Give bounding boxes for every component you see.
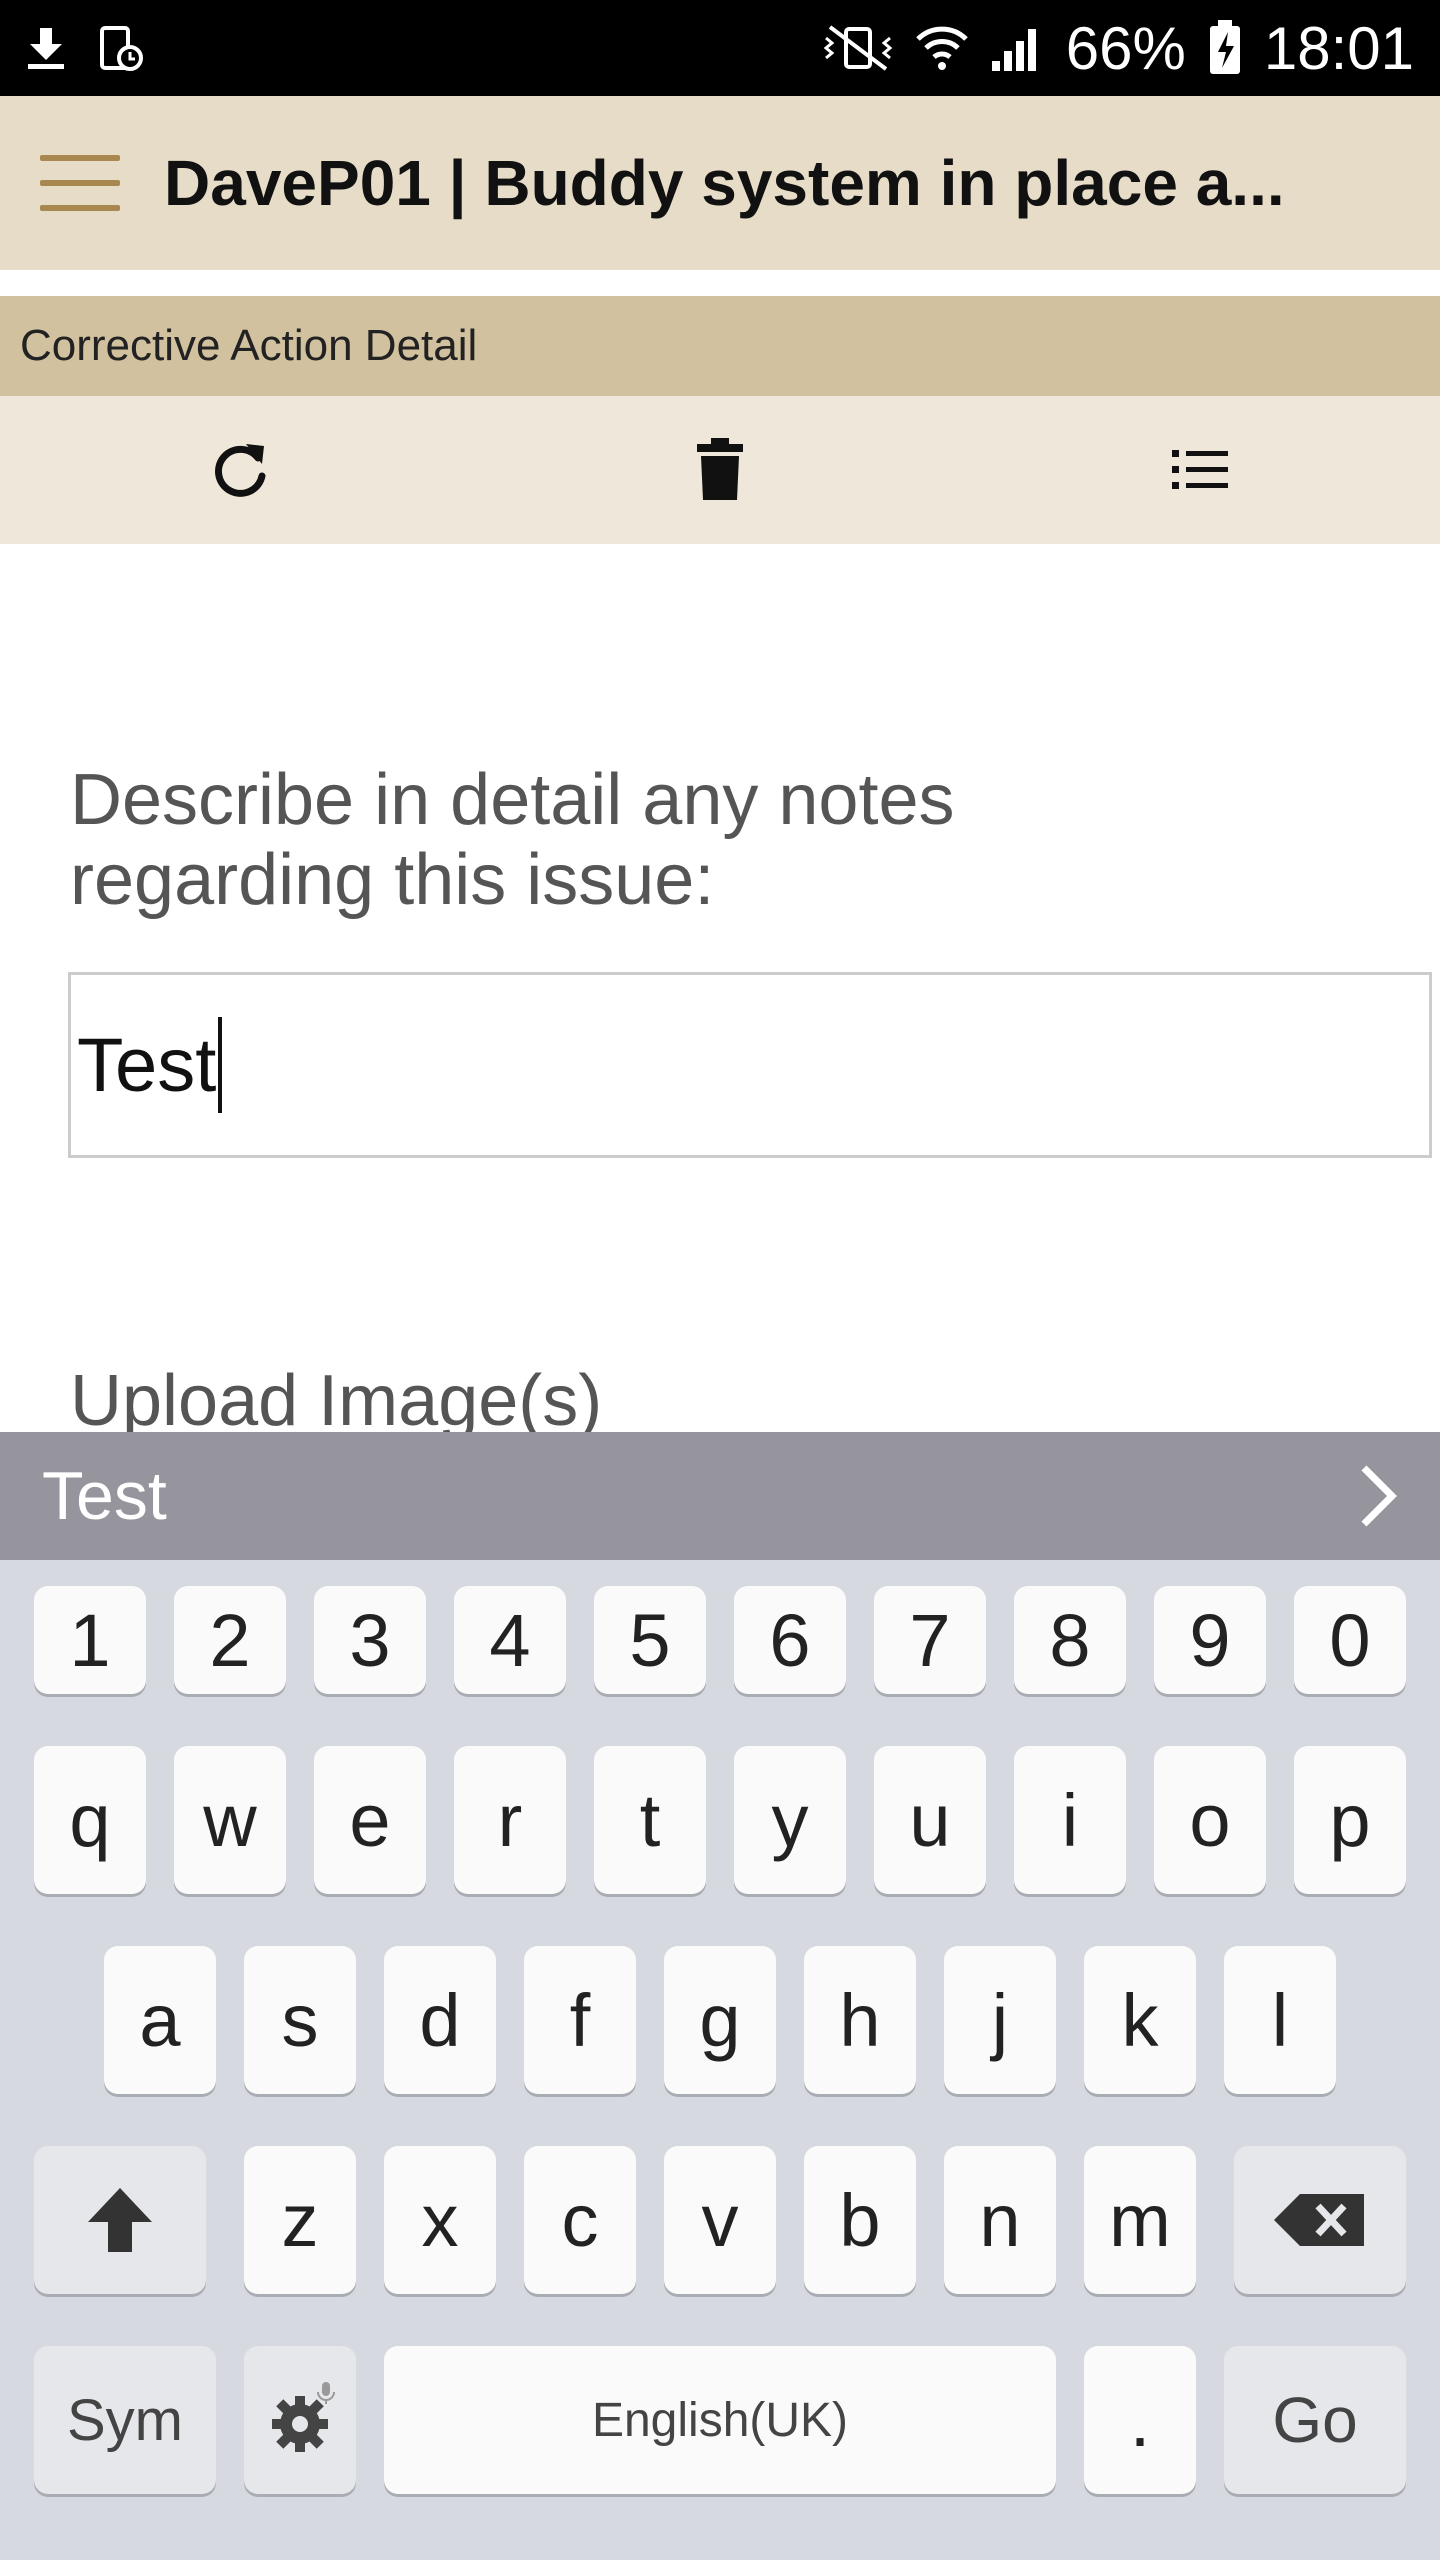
status-right: 66% 18:01 — [822, 14, 1414, 83]
delete-button[interactable] — [480, 396, 960, 544]
action-toolbar — [0, 396, 1440, 544]
key-0[interactable]: 0 — [1294, 1586, 1406, 1694]
space-key-label: English(UK) — [591, 2393, 849, 2447]
keyboard-suggestion-bar: Test — [0, 1432, 1440, 1560]
notes-field[interactable]: Test — [68, 972, 1432, 1158]
period-key-label: . — [1129, 2378, 1151, 2462]
key-z[interactable]: z — [244, 2146, 356, 2294]
key-m[interactable]: m — [1084, 2146, 1196, 2294]
key-p[interactable]: p — [1294, 1746, 1406, 1894]
key-h[interactable]: h — [804, 1946, 916, 2094]
suggestion-word[interactable]: Test — [42, 1457, 167, 1535]
go-key[interactable]: Go — [1224, 2346, 1406, 2494]
key-f[interactable]: f — [524, 1946, 636, 2094]
shift-icon — [88, 2188, 152, 2252]
key-5[interactable]: 5 — [594, 1586, 706, 1694]
status-left — [26, 24, 144, 72]
clock: 18:01 — [1263, 14, 1414, 82]
gear-icon — [272, 2382, 335, 2452]
vibrate-mute-icon — [823, 25, 893, 71]
key-s[interactable]: s — [244, 1946, 356, 2094]
settings-key[interactable] — [244, 2346, 356, 2494]
key-1[interactable]: 1 — [34, 1586, 146, 1694]
key-e[interactable]: e — [314, 1746, 426, 1894]
backspace-icon — [1274, 2194, 1364, 2246]
upload-images-label: Upload Image(s) — [70, 1361, 603, 1432]
delete-icon — [697, 438, 743, 500]
page-title: DaveP01 | Buddy system in place a... — [164, 147, 1285, 219]
key-c[interactable]: c — [524, 2146, 636, 2294]
key-y[interactable]: y — [734, 1746, 846, 1894]
key-b[interactable]: b — [804, 2146, 916, 2294]
key-u[interactable]: u — [874, 1746, 986, 1894]
app-bar: DaveP01 | Buddy system in place a... — [0, 96, 1440, 270]
key-x[interactable]: x — [384, 2146, 496, 2294]
device-icon — [100, 26, 143, 71]
key-a[interactable]: a — [104, 1946, 216, 2094]
text-caret — [218, 1017, 223, 1113]
key-g[interactable]: g — [664, 1946, 776, 2094]
key-t[interactable]: t — [594, 1746, 706, 1894]
chevron-right-icon[interactable] — [1358, 1464, 1398, 1528]
download-icon — [28, 28, 64, 69]
key-3[interactable]: 3 — [314, 1586, 426, 1694]
period-key[interactable]: . — [1084, 2346, 1196, 2494]
sym-key-label: Sym — [67, 2387, 183, 2453]
shift-key[interactable] — [34, 2146, 206, 2294]
notes-field-value: Test — [77, 1022, 217, 1108]
key-i[interactable]: i — [1014, 1746, 1126, 1894]
key-v[interactable]: v — [664, 2146, 776, 2294]
key-r[interactable]: r — [454, 1746, 566, 1894]
key-l[interactable]: l — [1224, 1946, 1336, 2094]
key-9[interactable]: 9 — [1154, 1586, 1266, 1694]
space-key[interactable]: English(UK) — [384, 2346, 1056, 2494]
battery-percent: 66% — [1065, 14, 1186, 82]
key-6[interactable]: 6 — [734, 1586, 846, 1694]
key-o[interactable]: o — [1154, 1746, 1266, 1894]
key-n[interactable]: n — [944, 2146, 1056, 2294]
status-bar: 66% 18:01 — [0, 0, 1440, 96]
notes-label: Describe in detail any notes regarding t… — [70, 760, 955, 920]
on-screen-keyboard: 1 2 3 4 5 6 7 8 9 0 q w e r t y u i o p … — [0, 1560, 1440, 2560]
key-4[interactable]: 4 — [454, 1586, 566, 1694]
list-icon — [1172, 450, 1228, 489]
key-d[interactable]: d — [384, 1946, 496, 2094]
key-w[interactable]: w — [174, 1746, 286, 1894]
key-8[interactable]: 8 — [1014, 1586, 1126, 1694]
key-7[interactable]: 7 — [874, 1586, 986, 1694]
refresh-icon — [215, 444, 266, 497]
sym-key[interactable]: Sym — [34, 2346, 216, 2494]
key-k[interactable]: k — [1084, 1946, 1196, 2094]
signal-icon — [991, 29, 1036, 71]
battery-charging-icon — [1209, 20, 1240, 74]
wifi-icon — [915, 26, 968, 70]
key-q[interactable]: q — [34, 1746, 146, 1894]
key-j[interactable]: j — [944, 1946, 1056, 2094]
menu-icon[interactable] — [40, 155, 120, 211]
backspace-key[interactable] — [1234, 2146, 1406, 2294]
section-header: Corrective Action Detail — [0, 296, 1440, 396]
refresh-button[interactable] — [0, 396, 480, 544]
key-2[interactable]: 2 — [174, 1586, 286, 1694]
go-key-label: Go — [1272, 2384, 1358, 2456]
list-button[interactable] — [960, 396, 1440, 544]
